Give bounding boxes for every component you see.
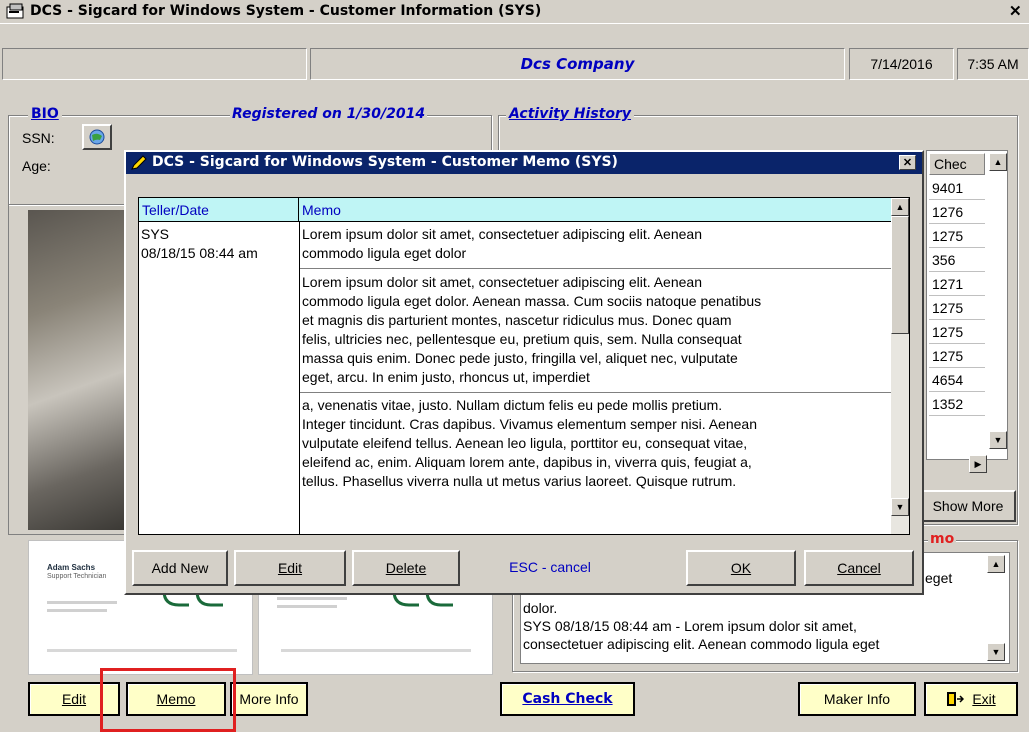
memo-scroll-up-button[interactable]: ▲ (987, 555, 1005, 573)
grid-scroll-up-button[interactable]: ▲ (891, 198, 909, 216)
exit-door-icon (947, 692, 965, 706)
main-title-bar: DCS - Sigcard for Windows System - Custo… (0, 0, 1029, 24)
card-text-line (277, 597, 347, 600)
activity-title: Activity History (506, 106, 635, 122)
window-close-button[interactable]: ✕ (1009, 2, 1025, 20)
check-list-item[interactable]: 1276 (929, 201, 985, 224)
exit-button[interactable]: Exit (924, 682, 1018, 716)
more-info-button[interactable]: More Info (230, 682, 308, 716)
maker-info-button[interactable]: Maker Info (798, 682, 916, 716)
highlight-box (100, 668, 236, 732)
company-name: Dcs Company (520, 55, 635, 73)
memo-line-4: consectetuer adipiscing elit. Aenean com… (523, 636, 880, 652)
memo-line-1: eget (925, 570, 953, 586)
memo-grid[interactable]: Teller/Date Memo SYS 08/18/15 08:44 am L… (138, 197, 910, 535)
checks-scroll-right-button[interactable]: ▶ (969, 455, 987, 473)
memo-dialog-title: DCS - Sigcard for Windows System - Custo… (152, 154, 618, 170)
grid-scroll-down-button[interactable]: ▼ (891, 498, 909, 516)
memo-column-header[interactable]: Memo (299, 198, 891, 222)
card-role: Support Technician (47, 573, 107, 580)
globe-icon (89, 129, 105, 145)
window-title: DCS - Sigcard for Windows System - Custo… (30, 3, 542, 19)
row-2-memo: Lorem ipsum dolor sit amet, consectetuer… (302, 274, 762, 385)
grid-scroll-thumb[interactable] (891, 216, 909, 334)
memo-scroll-down-button[interactable]: ▼ (987, 643, 1005, 661)
memo-cancel-button[interactable]: Cancel (804, 550, 914, 586)
card-text-line (47, 609, 107, 612)
card-text-line (47, 601, 117, 604)
check-list-item[interactable]: 1352 (929, 393, 985, 416)
memo-group-title: mo (928, 531, 957, 547)
header-left-panel (2, 48, 307, 80)
memo-edit-button[interactable]: Edit (234, 550, 346, 586)
check-list-item[interactable]: 356 (929, 249, 985, 272)
row-1-date: 08/18/15 08:44 am (141, 245, 258, 261)
memo-line-2: dolor. (523, 600, 558, 616)
company-panel: Dcs Company (310, 48, 845, 80)
checks-scroll-down-button[interactable]: ▼ (989, 431, 1007, 449)
teller-date-column-header[interactable]: Teller/Date (139, 198, 299, 222)
check-list-item[interactable]: 4654 (929, 369, 985, 392)
registered-date: Registered on 1/30/2014 (230, 106, 428, 122)
row-1-teller: SYS (141, 226, 170, 242)
bio-title: BIO (28, 106, 62, 122)
check-list-item[interactable]: 1275 (929, 225, 985, 248)
esc-cancel-hint: ESC - cancel (509, 559, 591, 575)
memo-dialog-title-bar: DCS - Sigcard for Windows System - Custo… (126, 152, 922, 174)
row-separator (300, 268, 891, 269)
check-list-item[interactable]: 1271 (929, 273, 985, 296)
row-3-memo: a, venenatis vitae, justo. Nullam dictum… (302, 397, 757, 489)
delete-button[interactable]: Delete (352, 550, 460, 586)
app-icon (6, 3, 24, 19)
card-text-line (277, 605, 337, 608)
ok-button[interactable]: OK (686, 550, 796, 586)
time-panel: 7:35 AM (957, 48, 1029, 80)
age-label: Age: (22, 158, 51, 174)
memo-dialog-close-button[interactable]: ✕ (899, 155, 916, 170)
cash-check-button[interactable]: Cash Check (500, 682, 635, 716)
add-new-button[interactable]: Add New (132, 550, 228, 586)
check-list-item[interactable]: 9401 (929, 177, 985, 200)
show-more-button[interactable]: Show More (920, 490, 1016, 522)
row-1-memo: Lorem ipsum dolor sit amet, consectetuer… (302, 226, 702, 261)
pencil-icon (131, 155, 147, 170)
ssn-label: SSN: (22, 130, 55, 146)
checks-scroll-up-button[interactable]: ▲ (989, 153, 1007, 171)
card-footer-line (281, 649, 471, 652)
check-list-item[interactable]: 1275 (929, 297, 985, 320)
row-separator (300, 392, 891, 393)
card-footer-line (47, 649, 237, 652)
memo-line-3: SYS 08/18/15 08:44 am - Lorem ipsum dolo… (523, 618, 857, 634)
check-list[interactable]: Chec 9401 1276 1275 356 1271 1275 1275 1275 4654… (926, 150, 1008, 473)
ssn-lookup-button[interactable] (82, 124, 112, 150)
memo-dialog: DCS - Sigcard for Windows System - Custo… (124, 150, 924, 595)
memo-grid-scrollbar[interactable]: ▲ ▼ (891, 198, 909, 534)
check-column-header[interactable]: Chec (929, 153, 985, 175)
check-list-item[interactable]: 1275 (929, 321, 985, 344)
date-panel: 7/14/2016 (849, 48, 954, 80)
check-list-item[interactable]: 1275 (929, 345, 985, 368)
card-name: Adam Sachs (47, 563, 96, 572)
